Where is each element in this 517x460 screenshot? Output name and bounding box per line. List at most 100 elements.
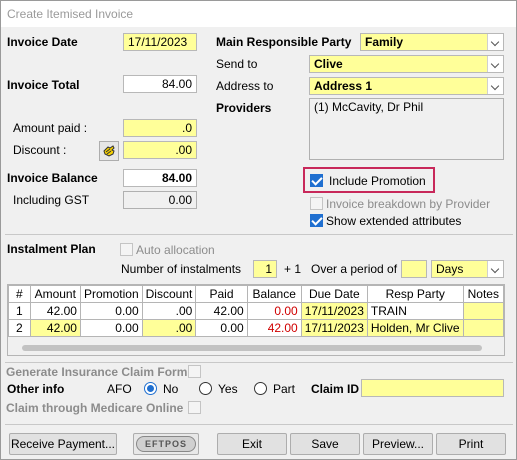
divider xyxy=(5,234,513,235)
period-field[interactable] xyxy=(401,260,427,278)
preview-button[interactable]: Preview... xyxy=(363,433,433,455)
claim-id-label: Claim ID xyxy=(311,382,360,396)
instalment-table: # Amount Promotion Discount Paid Balance… xyxy=(8,285,504,337)
column-header[interactable]: Promotion xyxy=(79,285,143,303)
plus-one-label: + 1 xyxy=(284,262,302,276)
claim-medicare-checkbox[interactable] xyxy=(188,401,201,414)
divider xyxy=(5,424,513,425)
notes-cell[interactable] xyxy=(462,319,504,337)
invoice-breakdown-label: Invoice breakdown by Provider xyxy=(326,197,491,211)
due-date-cell[interactable]: 17/11/2023 xyxy=(300,302,368,320)
afo-yes-label: Yes xyxy=(218,382,238,396)
include-promotion-checkbox[interactable] xyxy=(310,174,323,187)
discount-calculator-button[interactable] xyxy=(99,141,119,161)
period-unit-select[interactable]: Days xyxy=(431,260,504,278)
column-header[interactable]: Paid xyxy=(195,285,248,303)
number-of-instalments-label: Number of instalments xyxy=(121,262,242,276)
print-button[interactable]: Print xyxy=(436,433,506,455)
address-to-select[interactable]: Address 1 xyxy=(309,77,504,95)
send-to-value: Clive xyxy=(314,57,343,71)
column-header[interactable]: Discount xyxy=(141,285,197,303)
chevron-down-icon[interactable] xyxy=(487,34,503,50)
column-header[interactable]: Due Date xyxy=(300,285,368,303)
paid-cell[interactable]: 42.00 xyxy=(195,302,248,320)
scrollbar-thumb[interactable] xyxy=(22,345,482,351)
column-header[interactable]: Resp Party xyxy=(366,285,464,303)
amount-cell[interactable]: 42.00 xyxy=(29,302,81,320)
due-date-cell[interactable]: 17/11/2023 xyxy=(300,319,368,337)
table-row[interactable]: 1 42.00 0.00 .00 42.00 0.00 17/11/2023 T… xyxy=(8,302,504,320)
column-header[interactable]: Notes xyxy=(462,285,504,303)
save-button[interactable]: Save xyxy=(290,433,360,455)
invoice-date-field[interactable]: 17/11/2023 xyxy=(123,33,197,51)
balance-cell: 42.00 xyxy=(246,319,302,337)
providers-list-item[interactable]: (1) McCavity, Dr Phil xyxy=(314,100,423,114)
other-info-label: Other info xyxy=(7,382,65,396)
afo-part-radio[interactable] xyxy=(254,382,267,395)
invoice-balance-field[interactable]: 84.00 xyxy=(123,169,197,187)
afo-yes-radio[interactable] xyxy=(199,382,212,395)
afo-no-radio[interactable] xyxy=(144,382,157,395)
period-unit-value: Days xyxy=(436,262,464,276)
claim-id-field[interactable] xyxy=(361,379,504,397)
eftpos-button[interactable]: EFTPOS xyxy=(133,433,199,455)
send-to-select[interactable]: Clive xyxy=(309,55,504,73)
invoice-total-field[interactable]: 84.00 xyxy=(123,75,197,93)
balance-cell: 0.00 xyxy=(246,302,302,320)
invoice-breakdown-checkbox[interactable] xyxy=(310,197,323,210)
discount-label: Discount : xyxy=(13,143,67,157)
afo-part-label: Part xyxy=(273,382,296,396)
invoice-date-label: Invoice Date xyxy=(7,35,78,49)
show-extended-attributes-checkbox[interactable] xyxy=(310,214,323,227)
discount-cell[interactable]: .00 xyxy=(141,319,197,337)
auto-allocation-label: Auto allocation xyxy=(136,243,215,257)
number-of-instalments-field[interactable]: 1 xyxy=(253,260,277,278)
generate-insurance-claim-label: Generate Insurance Claim Form xyxy=(6,365,188,379)
include-promotion-label: Include Promotion xyxy=(329,174,426,188)
divider xyxy=(5,362,513,363)
chevron-down-icon[interactable] xyxy=(487,261,503,277)
amount-cell[interactable]: 42.00 xyxy=(29,319,81,337)
column-header[interactable]: Amount xyxy=(29,285,81,303)
instalment-table-container: # Amount Promotion Discount Paid Balance… xyxy=(7,284,505,356)
including-gst-label: Including GST xyxy=(13,193,90,207)
table-row[interactable]: 2 42.00 0.00 .00 0.00 42.00 17/11/2023 H… xyxy=(8,319,504,337)
column-header[interactable]: # xyxy=(8,285,31,303)
notes-cell[interactable] xyxy=(462,302,504,320)
discount-cell[interactable]: .00 xyxy=(141,302,197,320)
exit-button[interactable]: Exit xyxy=(217,433,287,455)
resp-party-cell[interactable]: Holden, Mr Clive xyxy=(366,319,464,337)
chevron-down-icon[interactable] xyxy=(487,78,503,94)
generate-insurance-claim-checkbox[interactable] xyxy=(188,365,201,378)
row-number-cell: 1 xyxy=(8,302,31,320)
main-responsible-party-select[interactable]: Family xyxy=(360,33,504,51)
receive-payment-button[interactable]: Receive Payment... xyxy=(9,433,117,455)
discount-field[interactable]: .00 xyxy=(123,141,197,159)
promotion-cell[interactable]: 0.00 xyxy=(79,302,143,320)
resp-party-cell[interactable]: TRAIN xyxy=(366,302,464,320)
claim-medicare-label: Claim through Medicare Online xyxy=(6,401,184,415)
providers-label: Providers xyxy=(216,101,272,115)
auto-allocation-checkbox[interactable] xyxy=(120,243,133,256)
including-gst-field: 0.00 xyxy=(123,191,197,209)
window-title: Create Itemised Invoice xyxy=(1,1,516,27)
main-responsible-party-value: Family xyxy=(365,35,404,49)
instalment-plan-label: Instalment Plan xyxy=(7,242,96,256)
amount-paid-field[interactable]: .0 xyxy=(123,119,197,137)
invoice-balance-label: Invoice Balance xyxy=(7,171,98,185)
column-header[interactable]: Balance xyxy=(246,285,302,303)
hand-pointer-icon xyxy=(103,145,115,157)
row-number-cell: 2 xyxy=(8,319,31,337)
table-header-row: # Amount Promotion Discount Paid Balance… xyxy=(8,285,504,303)
afo-label: AFO xyxy=(107,382,132,396)
paid-cell[interactable]: 0.00 xyxy=(195,319,248,337)
promotion-cell[interactable]: 0.00 xyxy=(79,319,143,337)
eftpos-logo-icon: EFTPOS xyxy=(136,436,196,452)
providers-list[interactable]: (1) McCavity, Dr Phil xyxy=(309,98,504,160)
invoice-window: Create Itemised Invoice Invoice Date 17/… xyxy=(0,0,517,460)
horizontal-scrollbar[interactable] xyxy=(8,341,504,355)
chevron-down-icon[interactable] xyxy=(487,56,503,72)
amount-paid-label: Amount paid : xyxy=(13,121,88,135)
address-to-value: Address 1 xyxy=(314,79,373,93)
afo-no-label: No xyxy=(163,382,179,396)
